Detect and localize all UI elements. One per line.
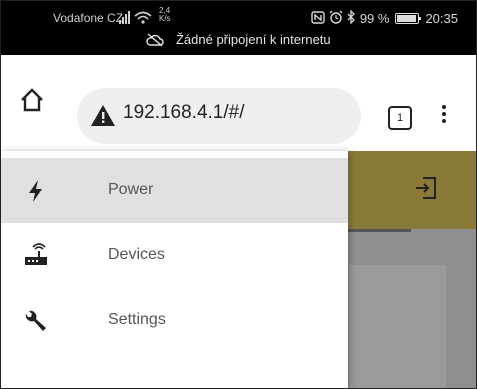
phone-screen: Vodafone CZ 2,4 K/s 99 % 20:35 Žádné při… bbox=[0, 0, 477, 389]
nav-label-devices: Devices bbox=[108, 246, 165, 263]
clock-time: 20:35 bbox=[425, 11, 458, 26]
lightning-icon bbox=[23, 178, 49, 204]
router-icon bbox=[23, 243, 49, 269]
home-icon[interactable] bbox=[19, 87, 45, 113]
battery-icon bbox=[395, 13, 422, 24]
address-bar[interactable]: 192.168.4.1/#/ bbox=[77, 88, 361, 144]
nav-item-power[interactable]: Power bbox=[1, 158, 348, 223]
navigation-drawer: Power Devices Settings bbox=[1, 151, 348, 388]
browser-toolbar: 192.168.4.1/#/ 1 bbox=[1, 55, 476, 151]
wrench-icon bbox=[23, 308, 49, 334]
cloud-off-icon bbox=[146, 32, 176, 47]
carrier-name: Vodafone CZ bbox=[53, 11, 124, 25]
signal-wifi-icon bbox=[119, 10, 155, 27]
nav-item-settings[interactable]: Settings bbox=[1, 288, 348, 353]
nav-item-devices[interactable]: Devices bbox=[1, 223, 348, 288]
app-progress-strip bbox=[341, 229, 411, 232]
network-speed: 2,4 K/s bbox=[159, 6, 171, 23]
offline-text: Žádné připojení k internetu bbox=[175, 32, 331, 47]
alarm-icon bbox=[329, 10, 343, 27]
nfc-icon bbox=[311, 10, 325, 27]
overflow-menu-icon[interactable] bbox=[439, 105, 449, 129]
nav-label-settings: Settings bbox=[108, 311, 166, 328]
status-right: 99 % 20:35 bbox=[311, 9, 458, 27]
logout-icon[interactable] bbox=[413, 175, 439, 201]
app-card bbox=[349, 265, 446, 388]
status-bar: Vodafone CZ 2,4 K/s 99 % 20:35 Žádné při… bbox=[1, 1, 476, 55]
battery-percent: 99 % bbox=[359, 11, 390, 26]
url-text[interactable]: 192.168.4.1/#/ bbox=[123, 102, 245, 124]
warning-icon[interactable] bbox=[91, 105, 115, 131]
tab-switcher-button[interactable]: 1 bbox=[388, 106, 412, 130]
offline-banner: Žádné připojení k internetu bbox=[1, 32, 476, 47]
nav-label-power: Power bbox=[108, 181, 154, 198]
bluetooth-icon bbox=[347, 9, 356, 27]
